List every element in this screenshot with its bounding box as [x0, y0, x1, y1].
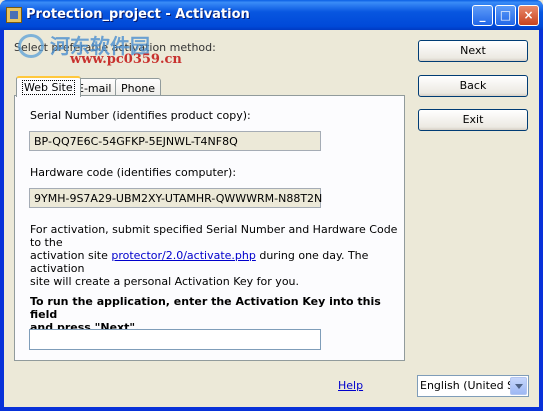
serial-field[interactable]: BP-QQ7E6C-54GFKP-5EJNWL-T4NF8Q: [29, 131, 321, 151]
watermark-url: www.pc0359.cn: [70, 52, 182, 67]
hardware-label: Hardware code (identifies computer):: [30, 166, 237, 179]
watermark: 河东软件园 www.pc0359.cn: [14, 32, 244, 80]
web-site-panel: Serial Number (identifies product copy):…: [14, 95, 405, 361]
maximize-button[interactable]: □: [495, 5, 516, 26]
tab-label: Web Site: [22, 80, 75, 95]
language-select[interactable]: English (United States): [417, 375, 529, 397]
hardware-field[interactable]: 9YMH-9S7A29-UBM2XY-UTAMHR-QWWWRM-N88T2N: [29, 188, 322, 208]
language-value: English (United States): [420, 379, 512, 392]
chevron-down-icon[interactable]: [510, 377, 527, 395]
client-area: Select preferable activation method: 河东软…: [4, 30, 539, 407]
info-line-2: activation site protector/2.0/activate.p…: [30, 249, 402, 275]
activation-key-input[interactable]: [29, 329, 321, 350]
activate-link[interactable]: protector/2.0/activate.php: [111, 249, 256, 262]
activation-info: For activation, submit specified Serial …: [30, 223, 402, 288]
tab-web-site[interactable]: Web Site: [16, 76, 81, 97]
exit-button[interactable]: Exit: [418, 109, 528, 131]
activation-window: Protection_project - Activation _ □ × Se…: [0, 0, 543, 411]
back-button[interactable]: Back: [418, 75, 528, 97]
app-icon: [6, 7, 22, 23]
title-bar[interactable]: Protection_project - Activation _ □ ×: [0, 0, 543, 30]
minimize-button[interactable]: _: [472, 5, 493, 26]
help-link[interactable]: Help: [338, 379, 363, 392]
info-line-1: For activation, submit specified Serial …: [30, 223, 398, 249]
close-button[interactable]: ×: [518, 5, 539, 26]
serial-label: Serial Number (identifies product copy):: [30, 109, 251, 122]
next-button[interactable]: Next: [418, 40, 528, 62]
info-line-3: site will create a personal Activation K…: [30, 275, 300, 288]
info-pre-link: activation site: [30, 249, 112, 262]
key-line-1: To run the application, enter the Activa…: [30, 295, 381, 321]
method-prompt: Select preferable activation method:: [14, 41, 216, 54]
window-title: Protection_project - Activation: [26, 7, 250, 22]
